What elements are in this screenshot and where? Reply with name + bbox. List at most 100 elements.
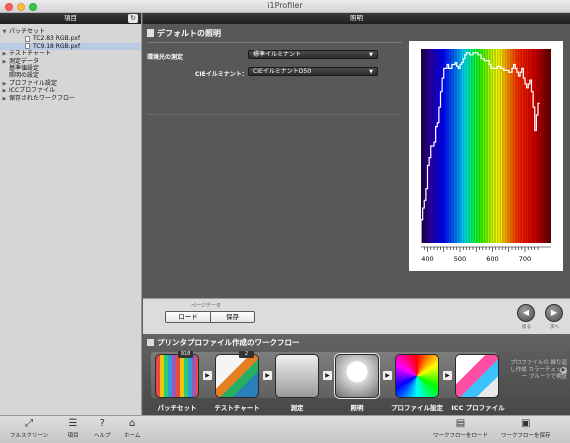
tree-item-label: 測定データ [9,57,40,65]
tree-item-label: 保存されたワークフロー [9,94,76,102]
x-tick-label: 500 [454,255,466,263]
tree-item-label: 基準値設定 [9,64,40,72]
tree-item-saved-workflows[interactable]: ▶ 保存されたワークフロー [0,95,141,102]
save-workflow-icon: ▣ [521,418,531,429]
chevron-right-icon: ▶ [383,371,392,380]
workflow-panel: プリンタプロファイル作成のワークフロー 918 パッチセット ▶ 2 テストチャ… [143,334,570,415]
tree-child-tc918[interactable]: TC9.18 RGB.pxf [0,42,141,51]
step-icc-profile-icon[interactable] [455,354,499,398]
step-icc-profile-label: ICC プロファイル [451,404,505,412]
items-button[interactable]: ☰ 項目 [67,418,79,439]
spectrum-chart-svg: 400 500 600 700 [420,49,551,263]
workflow-note[interactable]: プロファイルの 繰り返し作成 カラーチェッカー プルーフで検証 [509,360,567,381]
step-patchset-label: パッチセット [157,404,197,412]
section-title-text: デフォルトの照明 [157,29,221,38]
back-label: 戻る [522,325,531,330]
home-icon: ⌂ [128,418,136,429]
chart-count-badge: 2 [239,351,254,358]
fullscreen-label: フルスクリーン [10,433,49,439]
tree-item-label: パッチセット [9,28,46,35]
window-title: i1Profiler [267,1,303,10]
measure-label: 環境光の測定 [147,54,184,61]
save-button[interactable]: 保存 [210,312,254,322]
divider [147,42,402,43]
help-button[interactable]: ? ヘルプ [94,418,111,439]
save-workflow-label: ワークフローを保存 [501,433,551,439]
chevron-right-icon: ▶ [443,371,452,380]
fullscreen-button[interactable]: ⤢ フルスクリーン [10,418,48,439]
step-measure-icon[interactable] [275,354,319,398]
sidebar-header: 項目 ↻ [0,13,141,24]
step-testchart-icon[interactable] [215,354,259,398]
project-tree: ▼ パッチセット TC2.83 RGB.pxf TC9.18 RGB.pxf ▶ テ… [0,24,141,102]
tree-item-label: TC2.83 RGB.pxf [33,35,81,43]
tree-item-testchart[interactable]: ▶ テストチャート [0,50,141,57]
page-data-buttons: ロード 保存 [165,311,255,323]
file-icon [25,35,30,42]
measure-select-value: 標準イルミナント [253,51,302,58]
chevron-down-icon: ▼ [369,52,373,58]
home-label: ホーム [124,433,141,439]
tree-item-label: ICCプロファイル [9,87,56,95]
chevron-right-icon[interactable]: ▶ [560,367,567,374]
chevron-right-icon: ▶ [263,371,272,380]
disclosure-closed-icon[interactable]: ▶ [0,96,9,103]
main-header: 照明 [143,13,570,24]
load-workflow-button[interactable]: ▤ ワークフローをロード [433,418,488,439]
tree-item-measurement-data[interactable]: ▶ 測定データ [0,58,141,65]
tree-item-label: プロファイル設定 [9,79,58,87]
document-icon [147,29,154,37]
cie-select[interactable]: CIEイルミナントD50 ▼ [248,67,378,76]
x-tick-label: 400 [421,255,433,263]
divider [147,114,402,115]
measure-select[interactable]: 標準イルミナント ▼ [248,50,378,59]
home-button[interactable]: ⌂ ホーム [124,418,140,439]
next-button[interactable]: ▶ [545,304,563,322]
printer-icon [147,339,154,346]
tree-item-label: テストチャート [9,50,51,58]
tree-item-illumination[interactable]: 照明の設定 [0,72,141,79]
list-icon: ☰ [68,418,78,429]
tree-item-icc-profile[interactable]: ▶ ICCプロファイル [0,87,141,94]
step-testchart-label: テストチャート [214,404,260,412]
tree-item-profile-settings[interactable]: ▶ プロファイル設定 [0,80,141,87]
title-bar: i1Profiler [0,0,570,13]
tree-item-patchset[interactable]: ▼ パッチセット [0,28,141,35]
sidebar: 項目 ↻ ▼ パッチセット TC2.83 RGB.pxf TC9.18 RGB.p… [0,13,142,415]
step-patchset-icon[interactable] [155,354,199,398]
workflow-title-text: プリンタプロファイル作成のワークフロー [157,338,300,347]
refresh-icon[interactable]: ↻ [128,14,138,23]
step-profile-settings-icon[interactable] [395,354,439,398]
chevron-right-icon: ▶ [203,371,212,380]
tree-item-label: TC9.18 RGB.pxf [33,42,81,50]
step-illumination-icon[interactable] [335,354,379,398]
cie-label: CIEイルミナント： [195,71,248,78]
step-illumination-label: 照明 [350,404,364,412]
step-measure-label: 測定 [290,404,304,412]
next-label: 次へ [550,325,559,330]
help-label: ヘルプ [94,433,111,439]
x-tick-label: 600 [486,255,498,263]
back-button[interactable]: ◀ [517,304,535,322]
load-workflow-icon: ▤ [455,418,466,429]
tree-item-label: 照明の設定 [9,72,40,80]
x-tick-label: 700 [519,255,531,263]
fullscreen-icon: ⤢ [25,418,34,429]
bottom-toolbar: ⤢ フルスクリーン ☰ 項目 ? ヘルプ ⌂ ホーム ▤ ワークフローをロード … [0,415,570,443]
file-icon [25,43,30,50]
spectrum-chart: 400 500 600 700 [409,41,563,271]
cie-select-value: CIEイルミナントD50 [253,68,312,75]
chevron-right-icon: ▶ [323,371,332,380]
arrow-right-icon: ▶ [550,308,558,317]
tree-child-tc283[interactable]: TC2.83 RGB.pxf [0,35,141,42]
sidebar-header-label: 項目 [64,14,77,22]
x-axis: 400 500 600 700 [421,246,551,263]
load-workflow-label: ワークフローをロード [433,433,489,439]
arrow-left-icon: ◀ [522,308,530,317]
save-workflow-button[interactable]: ▣ ワークフローを保存 [501,418,551,439]
load-button[interactable]: ロード [166,312,210,322]
workflow-title: プリンタプロファイル作成のワークフロー [147,337,300,348]
step-profile-settings-label: プロファイル設定 [391,404,443,412]
items-label: 項目 [67,433,79,439]
section-title: デフォルトの照明 [147,28,221,39]
